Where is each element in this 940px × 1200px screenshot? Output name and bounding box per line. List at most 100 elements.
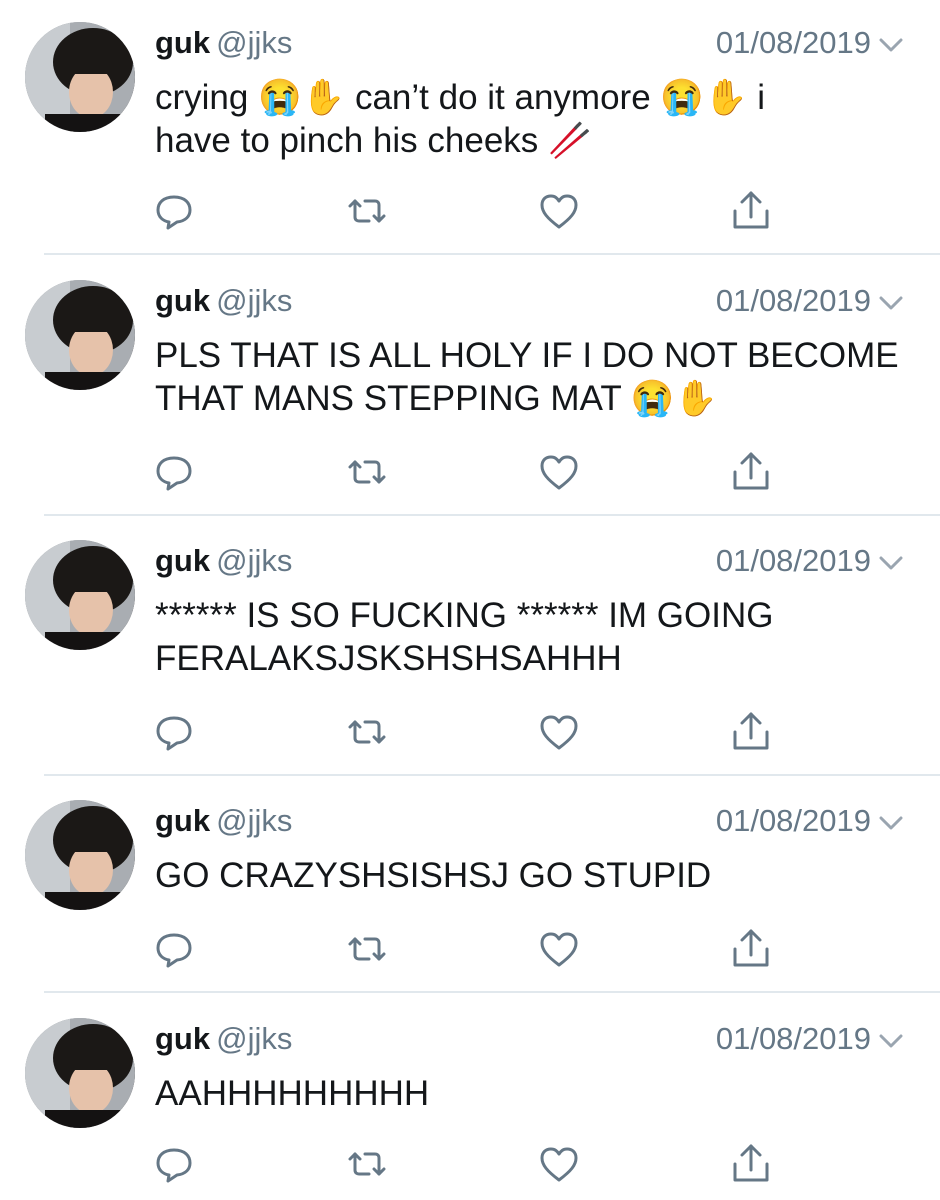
divider (44, 774, 940, 776)
reply-icon (156, 456, 192, 491)
tweet-meta: 01/08/2019 (716, 22, 905, 64)
username[interactable]: @jjks (216, 1021, 292, 1056)
tweet-actions (150, 708, 790, 758)
reply-icon (156, 933, 192, 968)
retweet-icon (348, 720, 386, 744)
tweet-text: GO CRAZYSHSISHSJ GO STUPID (155, 856, 712, 895)
like-icon (540, 932, 578, 967)
share-icon (733, 452, 769, 490)
share-button[interactable] (727, 708, 775, 756)
display-name[interactable]: guk (155, 1021, 210, 1056)
tweet-header: guk @jjks 01/08/2019 (155, 280, 905, 322)
tweet-actions (150, 1140, 790, 1190)
tweet-header: guk @jjks 01/08/2019 (155, 540, 905, 582)
tweet-text: crying 😭✋ can’t do it anymore 😭✋ i have … (155, 78, 766, 160)
share-button[interactable] (727, 925, 775, 973)
tweet-actions (150, 448, 790, 498)
avatar[interactable] (25, 540, 135, 650)
avatar[interactable] (25, 800, 135, 910)
tweet-meta: 01/08/2019 (716, 800, 905, 842)
tweet-date: 01/08/2019 (715, 803, 871, 838)
avatar[interactable] (25, 22, 135, 132)
divider (44, 514, 940, 516)
tweet[interactable]: guk @jjks 01/08/2019 PLS THAT IS ALL HOLY… (0, 258, 940, 516)
chevron-down-icon[interactable] (877, 293, 905, 313)
like-icon (540, 715, 578, 750)
retweet-icon (348, 1152, 386, 1176)
tweet-actions (150, 925, 790, 975)
tweet-meta: 01/08/2019 (716, 1018, 905, 1060)
tweet-header: guk @jjks 01/08/2019 (155, 800, 905, 842)
tweet-date: 01/08/2019 (715, 543, 871, 578)
reply-icon (156, 716, 192, 751)
chevron-down-icon[interactable] (877, 553, 905, 573)
share-icon (733, 929, 769, 967)
tweet-meta: 01/08/2019 (716, 540, 905, 582)
retweet-icon (348, 460, 386, 484)
username[interactable]: @jjks (216, 283, 292, 318)
username[interactable]: @jjks (216, 25, 292, 60)
reply-button[interactable] (150, 187, 198, 235)
avatar-photo (25, 800, 135, 910)
retweet-button[interactable] (343, 1140, 391, 1188)
like-button[interactable] (535, 448, 583, 496)
share-button[interactable] (727, 448, 775, 496)
tweet-header: guk @jjks 01/08/2019 (155, 22, 905, 64)
avatar-photo (25, 280, 135, 390)
avatar-photo (25, 1018, 135, 1128)
chevron-down-icon[interactable] (877, 35, 905, 55)
display-name[interactable]: guk (155, 25, 210, 60)
tweet[interactable]: guk @jjks 01/08/2019 ****** IS SO FUCKING… (0, 518, 940, 776)
tweet[interactable]: guk @jjks 01/08/2019 GO CRAZYSHSISHSJ GO … (0, 778, 940, 993)
share-button[interactable] (727, 1140, 775, 1188)
reply-button[interactable] (150, 1140, 198, 1188)
reply-button[interactable] (150, 448, 198, 496)
retweet-icon (348, 199, 386, 223)
like-button[interactable] (535, 925, 583, 973)
reply-icon (156, 195, 192, 230)
tweet-text: ****** IS SO FUCKING ****** IM GOING FER… (155, 596, 774, 678)
like-icon (540, 1147, 578, 1182)
tweet[interactable]: guk @jjks 01/08/2019 AAHHHHHHHHH (0, 996, 940, 1200)
tweet-meta: 01/08/2019 (716, 280, 905, 322)
chevron-down-icon[interactable] (877, 1031, 905, 1051)
retweet-icon (348, 937, 386, 961)
retweet-button[interactable] (343, 925, 391, 973)
like-button[interactable] (535, 708, 583, 756)
username[interactable]: @jjks (216, 543, 292, 578)
tweet-date: 01/08/2019 (715, 1021, 871, 1056)
share-button[interactable] (727, 187, 775, 235)
avatar-photo (25, 22, 135, 132)
tweet-text: PLS THAT IS ALL HOLY IF I DO NOT BECOME … (155, 336, 899, 418)
share-icon (733, 712, 769, 750)
divider (44, 253, 940, 255)
reply-button[interactable] (150, 708, 198, 756)
tweet[interactable]: guk @jjks 01/08/2019 crying 😭✋ can’t do i… (0, 0, 940, 255)
tweet-actions (150, 187, 790, 237)
like-icon (540, 194, 578, 229)
share-icon (733, 191, 769, 229)
tweet-text: AAHHHHHHHHH (155, 1074, 430, 1113)
tweet-header: guk @jjks 01/08/2019 (155, 1018, 905, 1060)
tweet-date: 01/08/2019 (715, 283, 871, 318)
avatar[interactable] (25, 280, 135, 390)
avatar[interactable] (25, 1018, 135, 1128)
like-button[interactable] (535, 1140, 583, 1188)
reply-button[interactable] (150, 925, 198, 973)
like-button[interactable] (535, 187, 583, 235)
share-icon (733, 1144, 769, 1182)
timeline: guk @jjks 01/08/2019 crying 😭✋ can’t do i… (0, 0, 940, 1200)
avatar-photo (25, 540, 135, 650)
display-name[interactable]: guk (155, 543, 210, 578)
divider (44, 991, 940, 993)
retweet-button[interactable] (343, 708, 391, 756)
reply-icon (156, 1148, 192, 1183)
retweet-button[interactable] (343, 448, 391, 496)
retweet-button[interactable] (343, 187, 391, 235)
chevron-down-icon[interactable] (877, 813, 905, 833)
like-icon (540, 455, 578, 490)
display-name[interactable]: guk (155, 803, 210, 838)
display-name[interactable]: guk (155, 283, 210, 318)
tweet-date: 01/08/2019 (715, 25, 871, 60)
username[interactable]: @jjks (216, 803, 292, 838)
